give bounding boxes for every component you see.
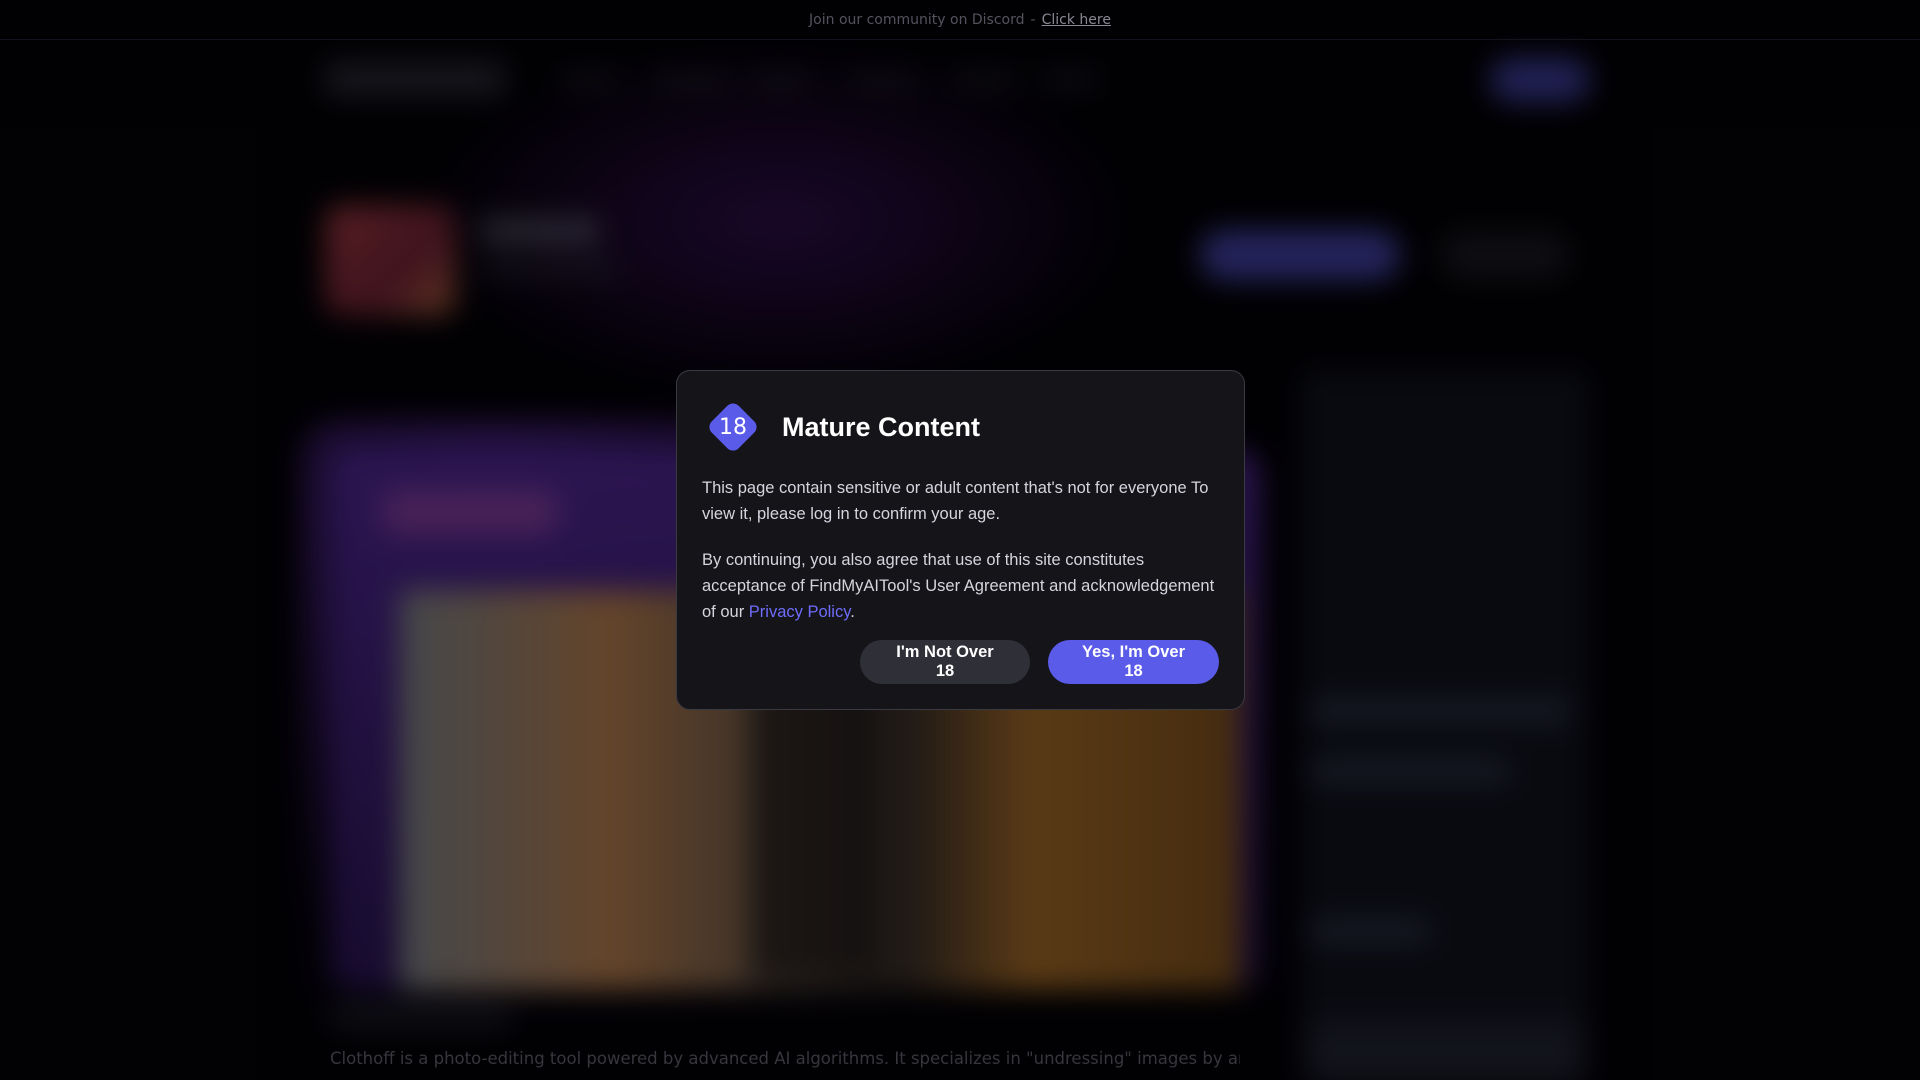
- agreement-end: .: [850, 603, 855, 621]
- modal-paragraph-agreement: By continuing, you also agree that use o…: [702, 547, 1219, 625]
- announcement-bar: Join our community on Discord - Click he…: [0, 0, 1920, 40]
- over-18-button[interactable]: Yes, I'm Over 18: [1048, 640, 1219, 684]
- modal-header: 18 Mature Content: [702, 399, 1219, 455]
- discord-link[interactable]: Click here: [1042, 12, 1111, 28]
- page: Join our community on Discord - Click he…: [0, 0, 1920, 1080]
- age-18-icon: 18: [705, 399, 761, 455]
- announcement-text: Join our community on Discord: [809, 11, 1025, 28]
- modal-actions: I'm Not Over 18 Yes, I'm Over 18: [860, 640, 1219, 684]
- modal-title: Mature Content: [782, 411, 980, 442]
- not-over-18-button[interactable]: I'm Not Over 18: [860, 640, 1030, 684]
- age-badge-number: 18: [719, 414, 747, 440]
- modal-paragraph-warning: This page contain sensitive or adult con…: [702, 479, 1209, 523]
- announcement-separator: -: [1030, 11, 1036, 28]
- mature-content-modal: 18 Mature Content This page contain sens…: [676, 370, 1245, 710]
- privacy-policy-link[interactable]: Privacy Policy: [749, 603, 850, 621]
